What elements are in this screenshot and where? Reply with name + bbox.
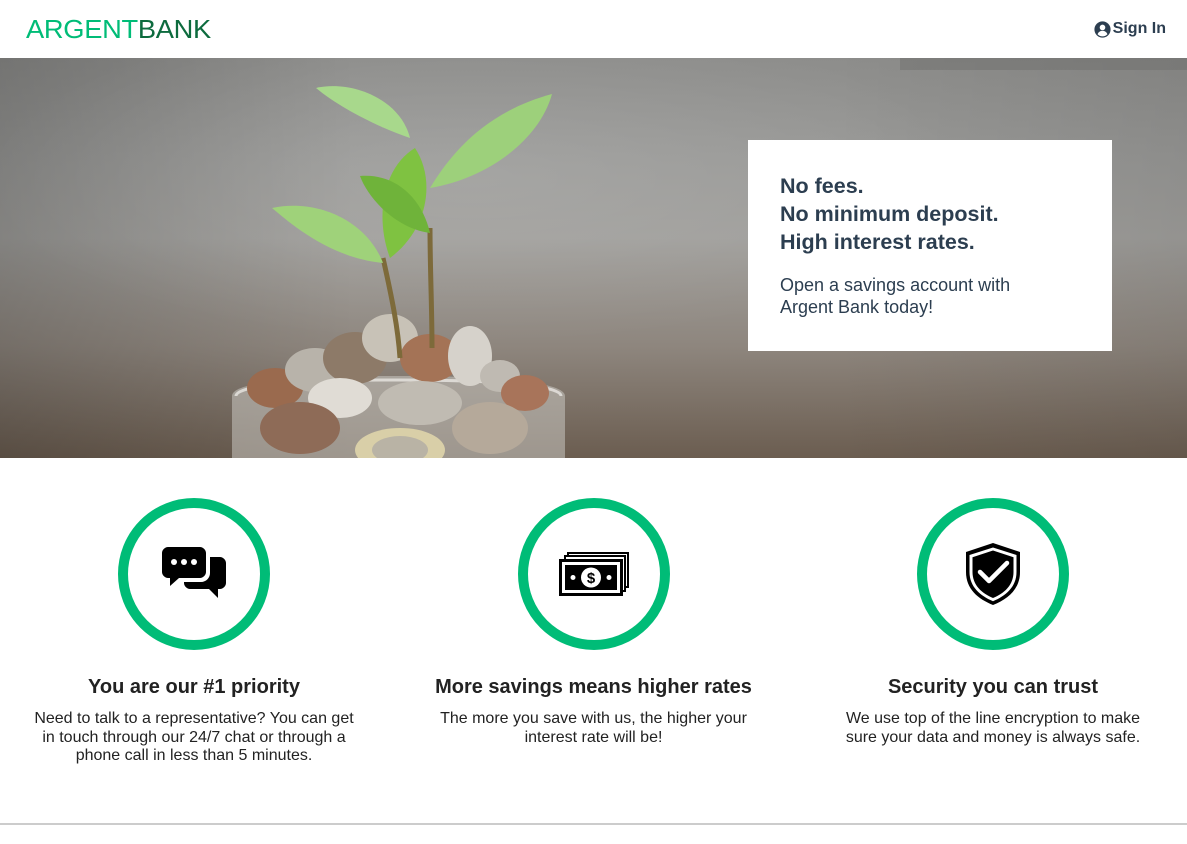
sign-in-link[interactable]: Sign In — [1094, 20, 1166, 38]
feature-item: Security you can trust We use top of the… — [833, 498, 1153, 823]
logo-part-bank: BANK — [137, 14, 211, 44]
logo-part-argent: ARGENT — [26, 14, 138, 44]
feature-text: We use top of the line encryption to mak… — [845, 710, 1141, 746]
feature-text: The more you save with us, the higher yo… — [440, 710, 747, 746]
feature-title: More savings means higher rates — [435, 676, 752, 698]
hero-banner: No fees. No minimum deposit. High intere… — [0, 58, 1187, 458]
promo-line-no-minimum: No minimum deposit. — [780, 202, 999, 226]
svg-text:$: $ — [586, 570, 595, 587]
feature-title: Security you can trust — [887, 676, 1099, 698]
logo-link[interactable]: ARGENTBANK — [26, 16, 211, 42]
feature-item: $ More savings means higher rates The mo… — [429, 498, 759, 823]
chat-icon — [162, 547, 226, 598]
features-section: You are our #1 priority Need to talk to … — [0, 458, 1187, 823]
feature-icon-circle — [118, 498, 270, 650]
user-circle-icon — [1094, 20, 1111, 38]
security-icon — [966, 543, 1020, 605]
promo-card: No fees. No minimum deposit. High intere… — [748, 140, 1112, 351]
promo-line-no-fees: No fees. — [780, 174, 864, 198]
promo-line-interest: High interest rates. — [780, 230, 975, 254]
main-nav: ARGENTBANK Sign In — [0, 0, 1187, 58]
sign-in-label: Sign In — [1112, 20, 1166, 37]
feature-text: Need to talk to a representative? You ca… — [34, 710, 354, 764]
money-icon: $ — [558, 552, 629, 596]
promo-text: Open a savings account with Argent Bank … — [780, 275, 1011, 317]
feature-title: You are our #1 priority — [88, 676, 300, 698]
feature-icon-circle — [917, 498, 1069, 650]
logo-text: ARGENTBANK — [26, 16, 211, 42]
feature-icon-circle: $ — [517, 498, 670, 650]
feature-item: You are our #1 priority Need to talk to … — [34, 498, 354, 823]
footer-divider — [0, 823, 1187, 825]
